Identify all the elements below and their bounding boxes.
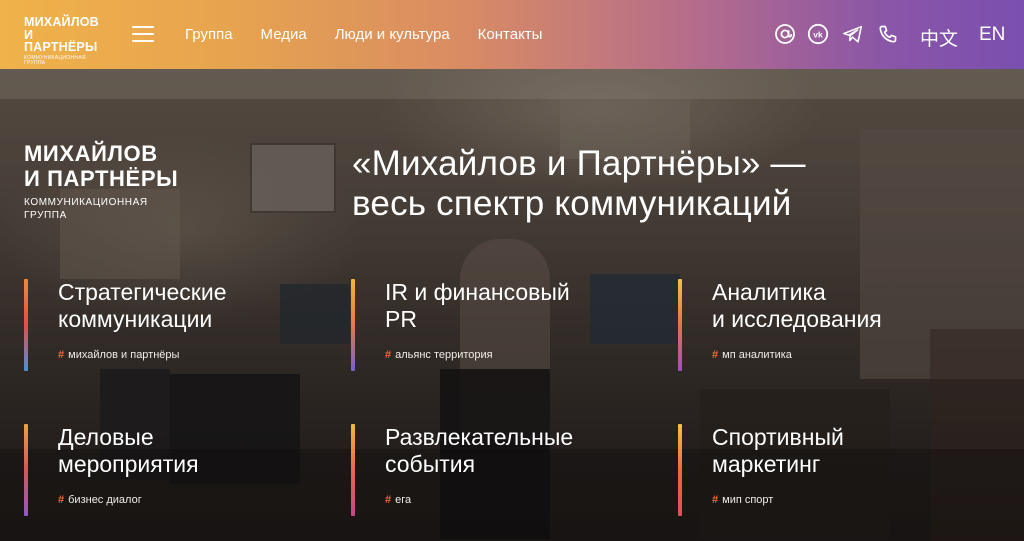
nav-item-contacts[interactable]: Контакты bbox=[478, 26, 543, 43]
card-color-bar bbox=[351, 279, 355, 371]
card-color-bar bbox=[351, 424, 355, 516]
header-logo-line3: КОММУНИКАЦИОННАЯ ГРУППА bbox=[24, 54, 86, 66]
hash-icon: # bbox=[385, 494, 392, 506]
hash-icon: # bbox=[385, 349, 392, 361]
hash-icon: # bbox=[712, 494, 719, 506]
service-card-sports-marketing[interactable]: Спортивный маркетинг # мип спорт bbox=[678, 424, 978, 516]
hero-logo: МИХАЙЛОВ И ПАРТНЁРЫ КОММУНИКАЦИОННАЯ ГРУ… bbox=[24, 143, 178, 222]
hero-tagline-line2: весь спектр коммуникаций bbox=[352, 184, 792, 223]
hash-icon: # bbox=[58, 494, 65, 506]
menu-icon-line bbox=[132, 40, 154, 42]
menu-icon-line bbox=[132, 26, 154, 28]
card-tag[interactable]: # мп аналитика bbox=[712, 349, 792, 361]
service-card-entertainment-events[interactable]: Развлекательные события # ега bbox=[351, 424, 651, 516]
header-logo-line2: И ПАРТНЁРЫ bbox=[24, 27, 98, 54]
menu-icon[interactable] bbox=[132, 26, 154, 42]
service-card-ir-financial-pr[interactable]: IR и финансовый PR # альянс территория bbox=[351, 279, 651, 371]
card-color-bar bbox=[24, 424, 28, 516]
hero-tagline: «Михайлов и Партнёры» — весь спектр комм… bbox=[352, 144, 972, 224]
card-tag[interactable]: # альянс территория bbox=[385, 349, 493, 361]
hero-logo-line1: МИХАЙЛОВ bbox=[24, 141, 158, 166]
card-color-bar bbox=[678, 279, 682, 371]
svg-text:vk: vk bbox=[813, 30, 823, 40]
hero-tagline-line1: «Михайлов и Партнёры» — bbox=[352, 144, 806, 183]
card-color-bar bbox=[24, 279, 28, 371]
hash-icon: # bbox=[58, 349, 65, 361]
vk-icon[interactable]: vk bbox=[807, 23, 829, 45]
card-title: Деловые мероприятия bbox=[58, 424, 199, 477]
phone-icon[interactable] bbox=[877, 23, 899, 45]
service-card-business-events[interactable]: Деловые мероприятия # бизнес диалог bbox=[24, 424, 324, 516]
service-card-strategic-communications[interactable]: Стратегические коммуникации # михайлов и п… bbox=[24, 279, 324, 371]
lang-chinese-link[interactable]: 中文 bbox=[920, 24, 958, 51]
nav-item-media[interactable]: Медиа bbox=[261, 26, 307, 43]
card-color-bar bbox=[678, 424, 682, 516]
card-title: Спортивный маркетинг bbox=[712, 424, 844, 477]
card-tag[interactable]: # бизнес диалог bbox=[58, 494, 142, 506]
top-header: МИХАЙЛОВ И ПАРТНЁРЫ КОММУНИКАЦИОННАЯ ГРУ… bbox=[0, 0, 1024, 69]
nav-item-people-culture[interactable]: Люди и культура bbox=[335, 26, 450, 43]
hero-logo-line2: И ПАРТНЁРЫ bbox=[24, 166, 179, 191]
telegram-icon[interactable] bbox=[842, 23, 864, 45]
nav-item-group[interactable]: Группа bbox=[185, 26, 233, 43]
card-title: Развлекательные события bbox=[385, 424, 574, 477]
card-title: IR и финансовый PR bbox=[385, 279, 570, 332]
card-title: Стратегические коммуникации bbox=[58, 279, 227, 332]
menu-icon-line bbox=[132, 33, 154, 35]
main-nav: Группа Медиа Люди и культура Контакты bbox=[185, 26, 542, 43]
header-logo[interactable]: МИХАЙЛОВ И ПАРТНЁРЫ КОММУНИКАЦИОННАЯ ГРУ… bbox=[24, 16, 108, 66]
card-title: Аналитика и исследования bbox=[712, 279, 882, 332]
service-card-analytics-research[interactable]: Аналитика и исследования # мп аналитика bbox=[678, 279, 978, 371]
card-tag[interactable]: # мип спорт bbox=[712, 494, 773, 506]
email-icon[interactable] bbox=[774, 23, 796, 45]
hash-icon: # bbox=[712, 349, 719, 361]
hero-section: МИХАЙЛОВ И ПАРТНЁРЫ КОММУНИКАЦИОННАЯ ГРУ… bbox=[0, 69, 1024, 541]
hero-logo-line3: КОММУНИКАЦИОННАЯ ГРУППА bbox=[24, 197, 148, 221]
card-tag[interactable]: # ега bbox=[385, 494, 411, 506]
card-tag[interactable]: # михайлов и партнёры bbox=[58, 349, 179, 361]
header-logo-line1: МИХАЙЛОВ bbox=[24, 15, 99, 29]
lang-english-link[interactable]: EN bbox=[979, 24, 1005, 46]
